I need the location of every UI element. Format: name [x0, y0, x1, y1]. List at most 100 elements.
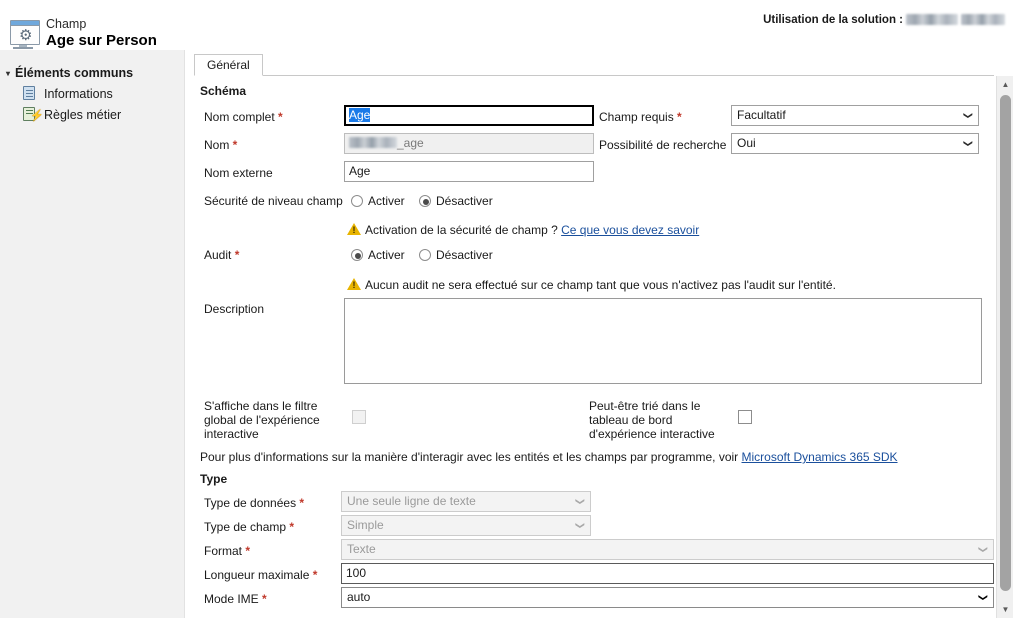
dynamics-sdk-link[interactable]: Microsoft Dynamics 365 SDK — [742, 450, 898, 464]
content-area: Général Schéma Nom complet * Age Champ r… — [186, 50, 1013, 618]
sidebar: ▾ Éléments communs Informations ⚡ Règles m… — [0, 50, 185, 618]
display-name-value: Age — [349, 108, 371, 122]
scrollbar-thumb[interactable] — [1000, 95, 1011, 591]
section-title-type: Type — [200, 472, 228, 486]
sdk-note: Pour plus d'informations sur la manière … — [200, 450, 898, 464]
chevron-down-icon: ❯ — [963, 139, 974, 148]
label-field-type: Type de champ * — [204, 520, 295, 534]
required-marker: * — [274, 110, 283, 124]
sidebar-group-common-elements[interactable]: ▾ Éléments communs — [6, 66, 133, 80]
field-security-enable-radio[interactable]: Activer — [351, 194, 405, 208]
data-type-value: Une seule ligne de texte — [347, 494, 476, 508]
label-field-security: Sécurité de niveau champ — [204, 194, 343, 208]
field-editor-window: ⚙ Champ Age sur Person Utilisation de la… — [0, 0, 1013, 618]
gear-glyph: ⚙ — [19, 27, 33, 44]
required-marker: * — [229, 138, 238, 152]
required-marker: * — [309, 568, 318, 582]
field-security-learn-more-link[interactable]: Ce que vous devez savoir — [561, 223, 699, 237]
field-type-value: Simple — [347, 518, 384, 532]
form-pane: Schéma Nom complet * Age Champ requis * … — [194, 76, 996, 618]
scroll-down-arrow-icon[interactable]: ▼ — [997, 601, 1013, 618]
label-max-length: Longueur maximale * — [204, 568, 318, 582]
label-external-name: Nom externe — [204, 166, 273, 180]
label-audit: Audit * — [204, 248, 240, 262]
vertical-scrollbar[interactable]: ▲ ▼ — [996, 76, 1013, 618]
field-type-select: Simple ❯ — [341, 515, 591, 536]
collapse-triangle-icon: ▾ — [6, 69, 11, 79]
name-input: _age — [344, 133, 594, 154]
label-searchable: Possibilité de recherche — [599, 138, 727, 152]
max-length-value: 100 — [346, 566, 367, 580]
sdk-note-text: Pour plus d'informations sur la manière … — [200, 450, 739, 464]
window-frame-shape: ⚙ — [10, 20, 40, 45]
radio-label: Désactiver — [436, 248, 493, 262]
chevron-down-icon: ❯ — [978, 545, 989, 554]
chevron-down-icon: ❯ — [978, 593, 989, 602]
audit-enable-radio[interactable]: Activer — [351, 248, 405, 262]
ime-mode-value: auto — [347, 590, 371, 604]
redacted-solution-name-1 — [906, 14, 958, 26]
chevron-down-icon: ❯ — [963, 111, 974, 120]
window-base-shape — [13, 47, 33, 49]
required-marker: * — [258, 592, 267, 606]
radio-label: Désactiver — [436, 194, 493, 208]
field-form-gear-icon: ⚙ — [8, 20, 42, 50]
page-title: Age sur Person — [46, 32, 157, 49]
label-sortable-dashboard: Peut-être trié dans le tableau de bord d… — [589, 399, 715, 441]
audit-disable-radio[interactable]: Désactiver — [419, 248, 493, 262]
sidebar-item-informations[interactable]: Informations — [22, 86, 113, 105]
tabstrip: Général — [194, 54, 994, 76]
description-textarea[interactable] — [344, 298, 982, 384]
max-length-input[interactable]: 100 — [341, 563, 994, 584]
audit-warning: Aucun audit ne sera effectué sur ce cham… — [347, 278, 836, 292]
radio-label: Activer — [368, 248, 405, 262]
radio-circle-selected — [351, 249, 363, 261]
searchable-value: Oui — [737, 136, 756, 150]
label-name: Nom * — [204, 138, 238, 152]
field-security-disable-radio[interactable]: Désactiver — [419, 194, 493, 208]
external-name-input[interactable]: Age — [344, 161, 594, 182]
chevron-down-icon: ❯ — [575, 497, 586, 506]
document-icon — [22, 86, 39, 101]
sidebar-item-label: Règles métier — [44, 108, 122, 122]
redacted-name-prefix — [349, 137, 397, 148]
required-marker: * — [286, 520, 295, 534]
label-global-filter: S'affiche dans le filtre global de l'exp… — [204, 399, 320, 441]
sidebar-item-business-rules[interactable]: ⚡ Règles métier — [22, 107, 121, 126]
required-marker: * — [296, 496, 305, 510]
required-marker: * — [673, 110, 682, 124]
format-value: Texte — [347, 542, 376, 556]
tab-general[interactable]: Général — [194, 54, 263, 76]
required-marker: * — [231, 248, 240, 262]
window-titlebar-shape — [11, 21, 39, 26]
global-filter-checkbox — [352, 410, 366, 424]
field-requirement-select[interactable]: Facultatif ❯ — [731, 105, 979, 126]
name-value: _age — [397, 136, 424, 150]
scroll-up-arrow-icon[interactable]: ▲ — [997, 76, 1013, 93]
chevron-down-icon: ❯ — [575, 521, 586, 530]
sortable-dashboard-checkbox[interactable] — [738, 410, 752, 424]
radio-circle-selected — [419, 195, 431, 207]
radio-label: Activer — [368, 194, 405, 208]
field-security-warning-text: Activation de la sécurité de champ ? — [365, 223, 558, 237]
section-title-schema: Schéma — [200, 84, 247, 98]
radio-circle — [419, 249, 431, 261]
data-type-select: Une seule ligne de texte ❯ — [341, 491, 591, 512]
searchable-select[interactable]: Oui ❯ — [731, 133, 979, 154]
audit-warning-text: Aucun audit ne sera effectué sur ce cham… — [365, 278, 836, 292]
label-display-name: Nom complet * — [204, 110, 283, 124]
field-security-warning: Activation de la sécurité de champ ? Ce … — [347, 223, 699, 237]
business-rules-icon: ⚡ — [22, 107, 44, 122]
sidebar-group-label: Éléments communs — [15, 66, 134, 80]
radio-circle — [351, 195, 363, 207]
display-name-input[interactable]: Age — [344, 105, 594, 126]
solution-usage-label: Utilisation de la solution : — [763, 14, 903, 26]
redacted-solution-name-2 — [961, 14, 1005, 26]
warning-icon — [347, 278, 361, 291]
required-marker: * — [242, 544, 251, 558]
format-select: Texte ❯ — [341, 539, 994, 560]
label-format: Format * — [204, 544, 251, 558]
page-header-kicker: Champ — [46, 17, 87, 31]
ime-mode-select[interactable]: auto ❯ — [341, 587, 994, 608]
label-field-requirement: Champ requis * — [599, 110, 682, 124]
